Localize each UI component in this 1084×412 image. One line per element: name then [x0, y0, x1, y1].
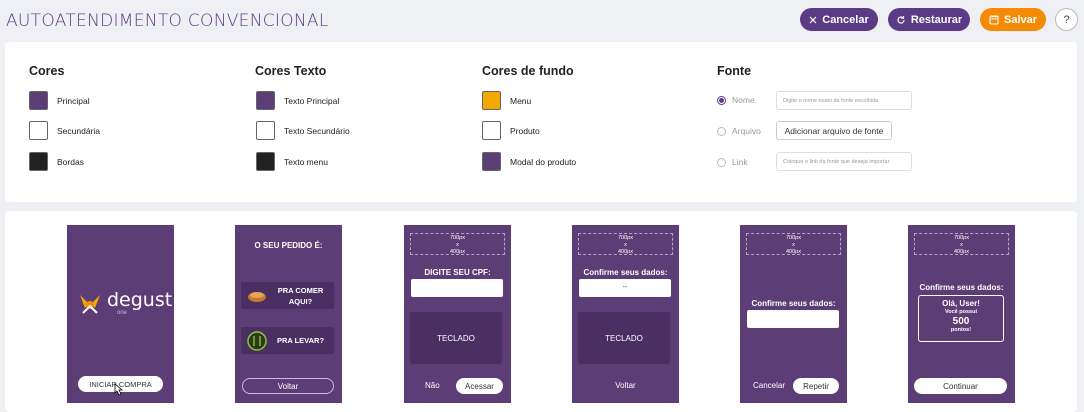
no-button[interactable]: Não — [425, 381, 440, 390]
save-button-label: Salvar — [1003, 13, 1038, 26]
degust-logo: degust one — [77, 289, 172, 317]
cancel-link[interactable]: Cancelar — [753, 381, 785, 390]
data-field[interactable] — [747, 310, 839, 328]
fonte-option-link[interactable]: Link — [717, 157, 748, 167]
preview-screen-start: degust one INICIAR COMPRA — [67, 225, 174, 403]
color-label: Texto Principal — [284, 95, 340, 106]
color-label: Produto — [510, 125, 540, 136]
dine-in-option[interactable]: PRA COMER AQUI? — [241, 282, 334, 309]
color-label: Bordas — [57, 156, 84, 167]
continue-button[interactable]: Continuar — [914, 378, 1007, 394]
restore-button-label: Restaurar — [910, 13, 963, 26]
image-placeholder: 700px x 400px — [914, 233, 1009, 255]
data-field[interactable]: -- — [579, 279, 671, 297]
color-label: Secundária — [57, 125, 101, 136]
header: AUTOATENDIMENTO CONVENCIONAL Cancelar Re… — [0, 0, 1084, 40]
preview-screen-points: 700px x 400px Confirme seus dados: Olá, … — [908, 225, 1015, 403]
color-label: Modal do produto — [510, 156, 577, 167]
cancel-button[interactable]: Cancelar — [800, 8, 878, 31]
page-title: AUTOATENDIMENTO CONVENCIONAL — [6, 11, 329, 31]
fonte-title: Fonte — [717, 64, 752, 78]
image-placeholder: 700px x 400px — [746, 233, 841, 255]
color-row-texto-principal[interactable]: Texto Principal — [256, 91, 339, 110]
cancel-button-label: Cancelar — [822, 13, 869, 26]
fonte-option-arquivo[interactable]: Arquivo — [717, 126, 761, 136]
user-points-box: Olá, User! Você possui 500 pontos! — [918, 295, 1004, 342]
logo-icon — [77, 291, 103, 317]
keyboard[interactable]: TECLADO — [410, 312, 502, 364]
color-swatch[interactable] — [482, 91, 501, 110]
back-button[interactable]: Voltar — [242, 378, 334, 394]
radio-link[interactable] — [717, 157, 726, 167]
cursor-icon — [113, 383, 124, 396]
color-swatch[interactable] — [256, 152, 275, 171]
color-swatch[interactable] — [29, 121, 48, 140]
color-label: Texto Secundário — [284, 125, 350, 136]
preview-screen-order-type: O SEU PEDIDO É: PRA COMER AQUI? PRA LEVA… — [235, 225, 342, 403]
radio-label: Arquivo — [732, 126, 761, 136]
points-label: pontos! — [950, 327, 972, 333]
cores-fundo-title: Cores de fundo — [482, 64, 574, 78]
color-swatch[interactable] — [482, 152, 501, 171]
cores-texto-title: Cores Texto — [255, 64, 327, 78]
color-row-principal[interactable]: Principal — [29, 91, 90, 110]
fonte-option-nome[interactable]: Nome — [717, 95, 755, 105]
color-swatch[interactable] — [29, 91, 48, 110]
keyboard[interactable]: TECLADO — [578, 312, 670, 364]
user-greeting: Olá, User! — [942, 299, 980, 308]
brand-name: degust — [107, 289, 173, 311]
color-row-texto-menu[interactable]: Texto menu — [256, 152, 328, 171]
option-label: PRA COMER AQUI? — [277, 285, 324, 306]
settings-panel: Cores Principal Secundária Bordas Cores … — [5, 42, 1077, 202]
color-row-menu[interactable]: Menu — [482, 91, 531, 110]
access-button[interactable]: Acessar — [456, 378, 503, 394]
help-button[interactable]: ? — [1055, 8, 1078, 31]
color-swatch[interactable] — [256, 121, 275, 140]
screen-title: O SEU PEDIDO É: — [254, 241, 323, 250]
add-font-file-button[interactable]: Adicionar arquivo de fonte — [776, 121, 892, 140]
preview-screen-confirm-retry: 700px x 400px Confirme seus dados: Cance… — [740, 225, 847, 403]
cores-title: Cores — [29, 64, 65, 78]
color-row-modal-produto[interactable]: Modal do produto — [482, 152, 576, 171]
back-button[interactable]: Voltar — [572, 381, 679, 390]
color-row-texto-secundario[interactable]: Texto Secundário — [256, 121, 350, 140]
color-swatch[interactable] — [482, 121, 501, 140]
points-value: 500 — [952, 316, 970, 327]
option-label: PRA LEVAR? — [276, 336, 325, 345]
color-label: Principal — [57, 95, 90, 106]
close-icon — [809, 16, 817, 24]
refresh-icon — [896, 15, 906, 25]
font-link-input[interactable]: Coloque o link da fonte que deseja impor… — [776, 152, 912, 171]
radio-label: Nome — [732, 95, 755, 105]
cpf-input[interactable] — [411, 279, 503, 297]
retry-button[interactable]: Repetir — [793, 378, 839, 394]
screen-title: Confirme seus dados: — [583, 268, 668, 277]
points-caption: Você possui — [945, 309, 977, 315]
save-button[interactable]: Salvar — [980, 8, 1046, 31]
save-icon — [989, 14, 999, 25]
image-placeholder: 700px x 400px — [578, 233, 673, 255]
preview-screen-cpf: 700px x 400px DIGITE SEU CPF: TECLADO Nã… — [404, 225, 511, 403]
radio-label: Link — [732, 157, 748, 167]
color-row-produto[interactable]: Produto — [482, 121, 540, 140]
restore-button[interactable]: Restaurar — [888, 8, 970, 31]
screen-title: DIGITE SEU CPF: — [424, 268, 491, 277]
color-swatch[interactable] — [256, 91, 275, 110]
cutlery-icon — [247, 330, 267, 351]
color-label: Menu — [510, 95, 532, 106]
font-name-input[interactable]: Digite o nome exato da fonte escolhida — [776, 91, 912, 110]
color-label: Texto menu — [284, 156, 328, 167]
brand-sub: one — [117, 310, 128, 316]
image-placeholder: 700px x 400px — [410, 233, 505, 255]
preview-screen-confirm-data: 700px x 400px Confirme seus dados: -- TE… — [572, 225, 679, 403]
color-row-bordas[interactable]: Bordas — [29, 152, 84, 171]
screen-title: Confirme seus dados: — [751, 299, 836, 308]
color-swatch[interactable] — [29, 152, 48, 171]
food-icon — [247, 288, 267, 304]
radio-nome[interactable] — [717, 95, 726, 105]
screen-title: Confirme seus dados: — [919, 283, 1004, 292]
color-row-secundaria[interactable]: Secundária — [29, 121, 100, 140]
takeaway-option[interactable]: PRA LEVAR? — [241, 327, 334, 354]
radio-arquivo[interactable] — [717, 126, 726, 136]
